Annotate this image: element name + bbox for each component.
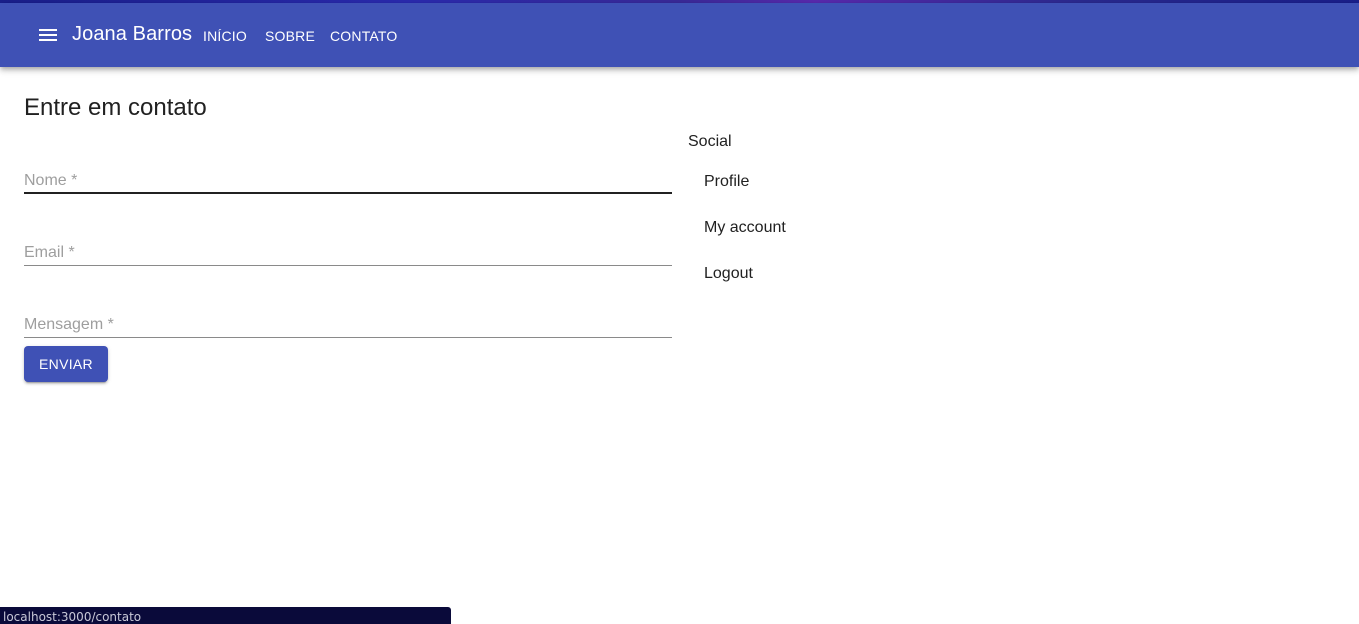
social-item-profile[interactable]: Profile <box>704 173 749 191</box>
nav-link-sobre[interactable]: SOBRE <box>265 28 315 44</box>
message-field-underline <box>24 337 672 338</box>
nav-link-inicio[interactable]: INÍCIO <box>203 28 247 44</box>
status-bar-url: localhost:3000/contato <box>0 607 451 624</box>
email-field[interactable]: Email * <box>24 218 672 266</box>
social-item-my-account[interactable]: My account <box>704 219 786 237</box>
app-bar: Joana Barros INÍCIO SOBRE CONTATO <box>0 3 1359 67</box>
name-field[interactable]: Nome * <box>24 146 672 194</box>
social-heading: Social <box>688 133 732 150</box>
nav-link-contato[interactable]: CONTATO <box>330 28 398 44</box>
email-field-underline <box>24 265 672 266</box>
menu-icon <box>39 29 57 41</box>
message-input[interactable] <box>24 310 672 336</box>
page-title: Entre em contato <box>24 94 207 121</box>
message-field[interactable]: Mensagem * <box>24 290 672 338</box>
email-input[interactable] <box>24 238 672 264</box>
name-input[interactable] <box>24 166 672 192</box>
brand-title: Joana Barros <box>72 23 193 45</box>
menu-button[interactable] <box>28 15 68 55</box>
send-button[interactable]: ENVIAR <box>24 346 108 382</box>
social-item-logout[interactable]: Logout <box>704 265 753 283</box>
name-field-underline <box>24 192 672 194</box>
